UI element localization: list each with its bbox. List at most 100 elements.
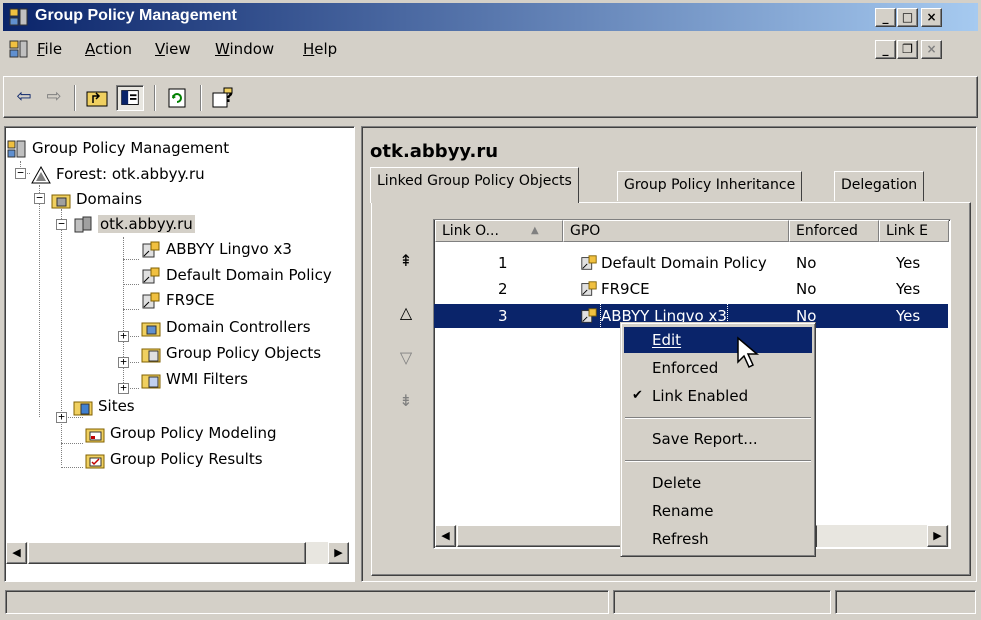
sites-folder-icon <box>73 401 93 415</box>
menu-view-accel: V <box>155 40 165 58</box>
expand-sites-toggle[interactable]: + <box>56 411 67 423</box>
menu-action[interactable]: Action <box>85 40 132 58</box>
tree-item-domain[interactable]: otk.abbyy.ru <box>73 213 195 237</box>
console-tree[interactable]: Group Policy Management − Forest: otk.ab… <box>4 126 355 582</box>
ou-folder-icon <box>141 322 161 336</box>
tab-linked-gpos[interactable]: Linked Group Policy Objects <box>370 167 579 203</box>
tree-line <box>123 309 139 310</box>
column-label: Link O... <box>442 223 499 239</box>
gpo-link-icon <box>142 292 160 308</box>
tree-item-modeling[interactable]: Group Policy Modeling <box>85 422 277 446</box>
menu-help[interactable]: Help <box>303 40 337 58</box>
status-cell-tertiary <box>835 590 976 614</box>
tree-label: FR9CE <box>166 291 215 309</box>
ctx-link-enabled[interactable]: ✔ Link Enabled <box>624 383 812 409</box>
close-button[interactable]: × <box>921 8 942 27</box>
scroll-right-icon[interactable]: ▶ <box>927 525 948 547</box>
show-hide-tree-icon[interactable] <box>116 85 144 111</box>
column-header-enforced[interactable]: Enforced <box>789 220 879 242</box>
expand-domain-controllers-toggle[interactable]: + <box>118 330 129 342</box>
ctx-rename[interactable]: Rename <box>624 498 812 524</box>
tree-line <box>123 259 139 260</box>
tree-horizontal-scrollbar[interactable]: ◀ ▶ <box>6 542 349 564</box>
tab-gp-inheritance[interactable]: Group Policy Inheritance <box>617 171 803 201</box>
table-row[interactable]: 1 Default Domain Policy No Yes <box>434 251 948 275</box>
scroll-left-icon[interactable]: ◀ <box>6 542 27 564</box>
up-folder-icon[interactable] <box>84 85 110 111</box>
maximize-button[interactable]: □ <box>897 8 918 27</box>
tree-label: Group Policy Objects <box>166 344 322 362</box>
context-menu: Edit Enforced ✔ Link Enabled Save Report.… <box>620 322 816 557</box>
tree-line <box>61 443 83 444</box>
minimize-button[interactable]: _ <box>875 8 896 27</box>
tree-item-root[interactable]: Group Policy Management <box>7 137 229 161</box>
details-title: otk.abbyy.ru <box>370 141 499 162</box>
refresh-icon[interactable] <box>164 85 190 111</box>
ctx-edit[interactable]: Edit <box>624 327 812 353</box>
tab-delegation[interactable]: Delegation <box>834 171 925 201</box>
forward-arrow-icon[interactable]: ⇨ <box>42 85 66 111</box>
scroll-left-icon[interactable]: ◀ <box>435 525 456 547</box>
tree-item-sites[interactable]: Sites <box>73 395 135 419</box>
forest-icon <box>31 165 51 183</box>
tree-line <box>123 284 139 285</box>
ctx-refresh[interactable]: Refresh <box>624 526 812 552</box>
tree-item-gpo-link[interactable]: Default Domain Policy <box>141 264 332 288</box>
menu-file[interactable]: File <box>37 40 62 58</box>
results-icon <box>85 454 105 468</box>
modeling-icon <box>85 428 105 442</box>
status-cell-main <box>5 590 609 614</box>
tree-item-group-policy-objects[interactable]: Group Policy Objects <box>141 342 321 366</box>
mouse-cursor-icon <box>737 336 760 369</box>
gpmc-menu-icon[interactable] <box>9 39 29 59</box>
move-up-icon[interactable]: △ <box>396 303 416 323</box>
mdi-restore-button[interactable]: ❐ <box>897 40 918 59</box>
scroll-right-icon[interactable]: ▶ <box>328 542 349 564</box>
menu-view[interactable]: View <box>155 40 191 58</box>
tree-item-gpo-link[interactable]: ABBYY Lingvo x3 <box>141 238 292 262</box>
wmi-folder-icon <box>141 374 161 388</box>
app-window: Group Policy Management _ □ × File Actio… <box>0 0 981 620</box>
checkmark-icon: ✔ <box>632 388 643 403</box>
gpo-link-icon <box>581 308 597 323</box>
expand-wmi-filters-toggle[interactable]: + <box>118 382 129 394</box>
expand-gpo-container-toggle[interactable]: + <box>118 356 129 368</box>
tree-item-forest[interactable]: Forest: otk.abbyy.ru <box>31 163 205 187</box>
tree-item-domains[interactable]: Domains <box>51 188 142 212</box>
collapse-domain-toggle[interactable]: − <box>56 218 67 230</box>
tree-label: Sites <box>98 397 135 415</box>
tree-label: Domain Controllers <box>166 318 311 336</box>
move-to-top-icon[interactable]: ⇞ <box>396 251 416 271</box>
menu-window[interactable]: Window <box>215 40 274 58</box>
mdi-close-button[interactable]: × <box>921 40 942 59</box>
move-to-bottom-icon[interactable]: ⇟ <box>396 391 416 411</box>
gpo-link-icon <box>142 241 160 257</box>
collapse-forest-toggle[interactable]: − <box>15 167 26 179</box>
toolbar: ⇦ ⇨ ? <box>3 76 978 118</box>
ctx-enforced[interactable]: Enforced <box>624 355 812 381</box>
column-header-link-order[interactable]: Link O... ▲ <box>435 220 563 242</box>
column-header-gpo[interactable]: GPO <box>563 220 789 242</box>
column-header-link-enabled[interactable]: Link E <box>879 220 949 242</box>
tree-label: Group Policy Modeling <box>110 424 277 442</box>
back-arrow-icon[interactable]: ⇦ <box>12 85 36 111</box>
menu-file-accel: F <box>37 40 45 58</box>
help-icon[interactable]: ? <box>210 85 236 111</box>
menu-separator <box>625 417 811 419</box>
menu-window-label: indow <box>229 40 275 58</box>
tree-item-wmi-filters[interactable]: WMI Filters <box>141 368 248 392</box>
status-cell-secondary <box>613 590 831 614</box>
title-bar[interactable]: Group Policy Management _ □ × <box>3 3 978 31</box>
tree-item-domain-controllers[interactable]: Domain Controllers <box>141 316 311 340</box>
collapse-domains-toggle[interactable]: − <box>34 192 45 204</box>
table-row[interactable]: 2 FR9CE No Yes <box>434 277 948 301</box>
ctx-delete[interactable]: Delete <box>624 470 812 496</box>
tree-item-gpo-link[interactable]: FR9CE <box>141 289 215 313</box>
move-down-icon[interactable]: ▽ <box>396 348 416 368</box>
mdi-minimize-button[interactable]: _ <box>875 40 896 59</box>
scroll-thumb[interactable] <box>28 542 306 564</box>
tree-item-results[interactable]: Group Policy Results <box>85 448 263 472</box>
ctx-save-report[interactable]: Save Report... <box>624 426 812 452</box>
gpo-link-icon <box>142 267 160 283</box>
cell-enforced: No <box>796 254 817 272</box>
